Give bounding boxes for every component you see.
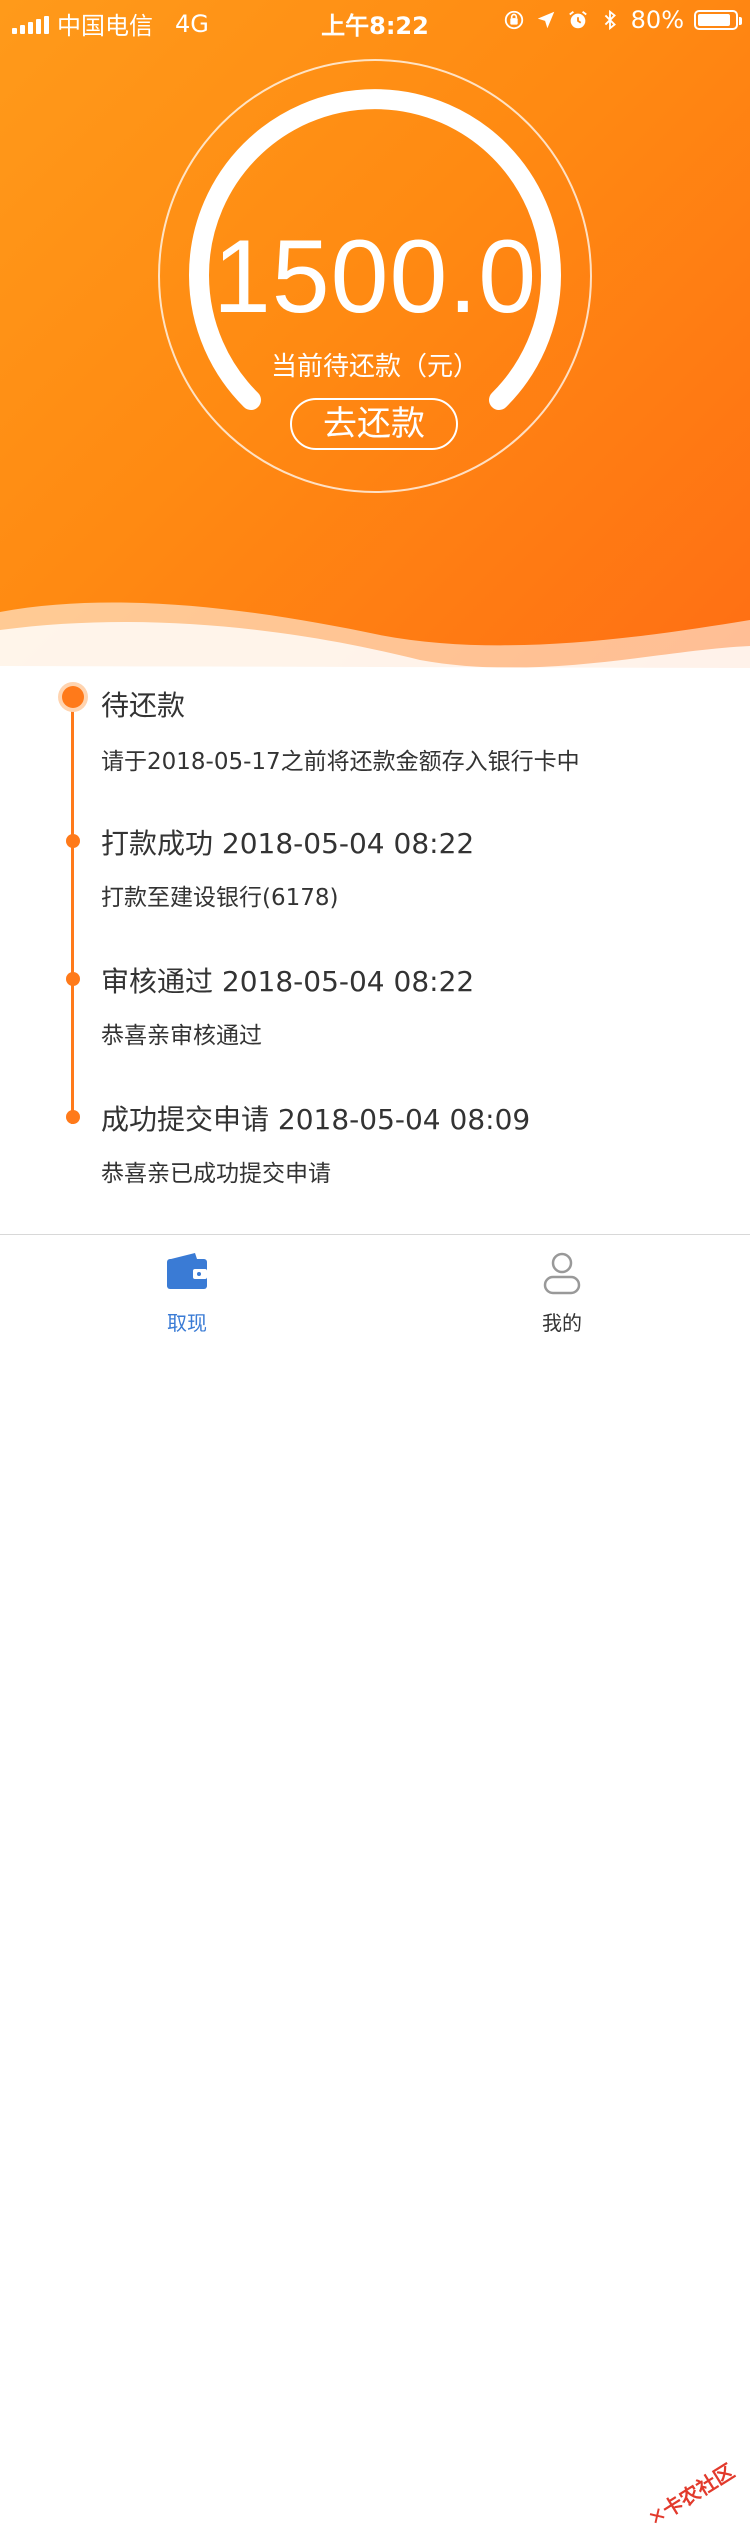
- timeline-dot: [66, 972, 80, 986]
- timeline-desc: 恭喜亲审核通过: [101, 1023, 262, 1049]
- tab-withdraw[interactable]: 取现: [87, 1235, 287, 1335]
- watermark-logo: ✕卡农社区: [642, 2456, 739, 2531]
- user-icon: [543, 1252, 581, 1295]
- timeline-title: 待还款: [101, 689, 186, 722]
- pending-amount: 1500.0: [212, 219, 538, 335]
- timeline-line: [71, 700, 74, 1124]
- timeline-dot: [66, 834, 80, 848]
- timeline-title: 成功提交申请 2018-05-04 08:09: [101, 1103, 531, 1136]
- tab-withdraw-label: 取现: [167, 1311, 207, 1335]
- repay-button[interactable]: 去还款: [290, 398, 458, 450]
- timeline-dot-current: [62, 686, 84, 708]
- timeline-desc: 恭喜亲已成功提交申请: [101, 1161, 331, 1187]
- timeline-title: 打款成功 2018-05-04 08:22: [101, 827, 475, 860]
- wallet-icon: [167, 1253, 207, 1289]
- wave-divider: [0, 602, 750, 690]
- timeline-dot: [66, 1110, 80, 1124]
- timeline-desc: 请于2018-05-17之前将还款金额存入银行卡中: [101, 749, 580, 775]
- tab-mine[interactable]: 我的: [462, 1235, 662, 1335]
- hero-header: 中国电信 4G 上午8:22 80% 1500.0 当前待还款（元） 去还款: [0, 0, 750, 690]
- tab-mine-label: 我的: [542, 1311, 582, 1335]
- timeline-title: 审核通过 2018-05-04 08:22: [101, 965, 475, 998]
- tab-bar: 取现 我的 ✕卡农社区: [0, 1234, 750, 2531]
- timeline-desc: 打款至建设银行(6178): [101, 885, 339, 911]
- watermark-text: 卡农社区: [658, 2458, 739, 2522]
- pending-amount-label: 当前待还款（元）: [270, 352, 479, 382]
